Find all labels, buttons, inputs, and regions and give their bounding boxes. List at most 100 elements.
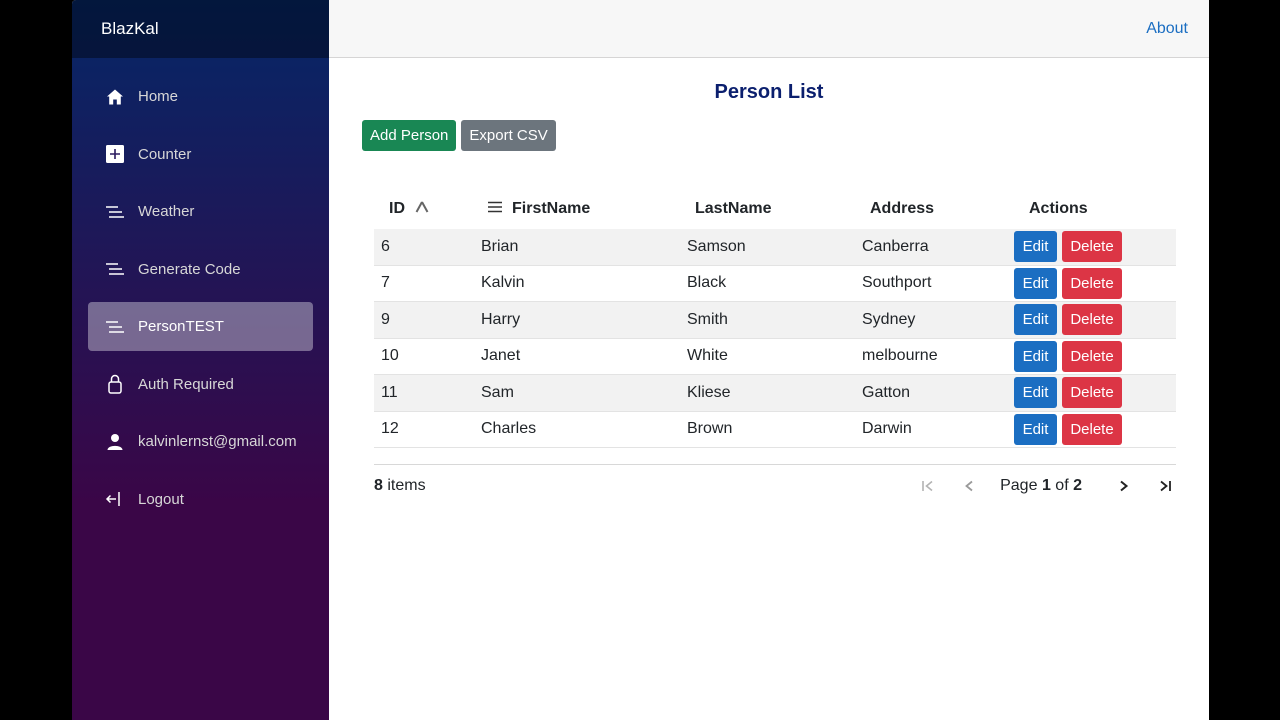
cell-address: Darwin (855, 411, 1014, 448)
cell-firstname: Kalvin (474, 265, 680, 302)
sidebar-item-label: Generate Code (138, 260, 241, 278)
column-header-address[interactable]: Address (855, 189, 1014, 229)
edit-button[interactable]: Edit (1014, 377, 1057, 409)
grid-toolbar: Add Person Export CSV (362, 120, 1176, 151)
sidebar-item-label: Auth Required (138, 375, 234, 393)
cell-actions: Edit Delete (1014, 374, 1176, 412)
page-indicator: Page 1 of 2 (1000, 477, 1082, 495)
sidebar-item-counter[interactable]: Counter (88, 130, 313, 179)
cell-address: melbourne (855, 338, 1014, 375)
column-header-firstname[interactable]: FirstName (474, 189, 680, 229)
sidebar-item-home[interactable]: Home (88, 72, 313, 121)
cell-firstname: Sam (474, 374, 680, 412)
person-grid: ID FirstName LastName Address Actions 6 … (374, 189, 1176, 507)
total-pages: 2 (1073, 477, 1082, 494)
cell-id: 9 (374, 301, 474, 339)
sidebar-item-label: kalvinlernst@gmail.com (138, 433, 297, 450)
pager: 8 items Page 1 of 2 (374, 464, 1176, 507)
delete-button[interactable]: Delete (1062, 340, 1122, 372)
cell-id: 6 (374, 229, 474, 266)
column-header-label: LastName (695, 200, 772, 217)
cell-firstname: Brian (474, 229, 680, 266)
cell-actions: Edit Delete (1014, 411, 1176, 448)
page-prefix: Page (1000, 477, 1038, 494)
export-csv-button[interactable]: Export CSV (461, 120, 556, 151)
sidebar: BlazKal Home Counter Weather Generate Co… (72, 0, 329, 720)
about-link[interactable]: About (1146, 20, 1188, 38)
add-person-button[interactable]: Add Person (362, 120, 457, 151)
delete-button[interactable]: Delete (1062, 267, 1122, 299)
item-count-label: items (387, 477, 426, 494)
column-header-actions: Actions (1014, 189, 1176, 229)
sidebar-item-generate-code[interactable]: Generate Code (88, 245, 313, 294)
column-header-label: ID (389, 200, 405, 218)
next-page-icon[interactable] (1113, 475, 1135, 497)
previous-page-icon[interactable] (958, 475, 980, 497)
cell-address: Sydney (855, 301, 1014, 339)
sidebar-item-user-account[interactable]: kalvinlernst@gmail.com (88, 417, 313, 466)
edit-button[interactable]: Edit (1014, 267, 1057, 299)
item-count: 8 items (374, 477, 426, 495)
table-row: 9 Harry Smith Sydney Edit Delete (374, 301, 1176, 339)
cell-firstname: Harry (474, 301, 680, 339)
edit-button[interactable]: Edit (1014, 231, 1057, 263)
sidebar-nav: Home Counter Weather Generate Code Perso… (72, 58, 329, 524)
page-of: of (1055, 477, 1069, 494)
cell-lastname: Kliese (680, 374, 855, 412)
sidebar-item-logout[interactable]: Logout (88, 475, 313, 524)
sort-ascending-icon[interactable] (415, 200, 429, 218)
table-row: 6 Brian Samson Canberra Edit Delete (374, 229, 1176, 266)
cell-actions: Edit Delete (1014, 265, 1176, 302)
cell-firstname: Janet (474, 338, 680, 375)
current-page: 1 (1041, 477, 1051, 494)
page-content: Person List Add Person Export CSV ID Fir… (329, 80, 1209, 507)
page-title: Person List (714, 81, 824, 103)
sidebar-item-persontest[interactable]: PersonTEST (88, 302, 313, 351)
top-bar: About (329, 0, 1209, 58)
sidebar-item-label: Home (138, 88, 179, 105)
plus-square-icon (105, 144, 125, 164)
sidebar-item-label: PersonTEST (138, 318, 224, 335)
cell-lastname: White (680, 338, 855, 375)
table-row: 7 Kalvin Black Southport Edit Delete (374, 265, 1176, 302)
cell-address: Canberra (855, 229, 1014, 266)
cell-id: 12 (374, 411, 474, 448)
edit-button[interactable]: Edit (1014, 340, 1057, 372)
list-lines-icon (105, 259, 125, 279)
edit-button[interactable]: Edit (1014, 304, 1057, 336)
table-row: 12 Charles Brown Darwin Edit Delete (374, 411, 1176, 448)
cell-address: Gatton (855, 374, 1014, 412)
column-header-id[interactable]: ID (374, 189, 474, 229)
list-lines-icon (105, 317, 125, 337)
delete-button[interactable]: Delete (1062, 304, 1122, 336)
cell-actions: Edit Delete (1014, 301, 1176, 339)
main-area: About Person List Add Person Export CSV … (329, 0, 1209, 720)
person-table: ID FirstName LastName Address Actions 6 … (374, 189, 1176, 448)
home-icon (105, 87, 125, 107)
sidebar-item-weather[interactable]: Weather (88, 187, 313, 236)
logout-icon (105, 489, 125, 509)
sidebar-item-label: Counter (138, 145, 192, 163)
table-row: 10 Janet White melbourne Edit Delete (374, 338, 1176, 375)
table-row: 11 Sam Kliese Gatton Edit Delete (374, 374, 1176, 412)
sidebar-item-auth-required[interactable]: Auth Required (88, 360, 313, 409)
sidebar-item-label: Weather (138, 203, 195, 220)
cell-actions: Edit Delete (1014, 229, 1176, 266)
first-page-icon[interactable] (917, 475, 939, 497)
pager-controls: Page 1 of 2 (898, 475, 1176, 497)
cell-id: 11 (374, 374, 474, 412)
column-header-label: FirstName (512, 200, 591, 218)
delete-button[interactable]: Delete (1062, 413, 1122, 445)
cell-actions: Edit Delete (1014, 338, 1176, 375)
column-header-lastname[interactable]: LastName (680, 189, 855, 229)
cell-firstname: Charles (474, 411, 680, 448)
last-page-icon[interactable] (1154, 475, 1176, 497)
cell-id: 10 (374, 338, 474, 375)
edit-button[interactable]: Edit (1014, 413, 1057, 445)
delete-button[interactable]: Delete (1062, 377, 1122, 409)
delete-button[interactable]: Delete (1062, 231, 1122, 263)
menu-icon[interactable] (488, 200, 502, 218)
list-lines-icon (105, 202, 125, 222)
brand-title[interactable]: BlazKal (72, 0, 329, 58)
table-header-row: ID FirstName LastName Address Actions (374, 189, 1176, 229)
